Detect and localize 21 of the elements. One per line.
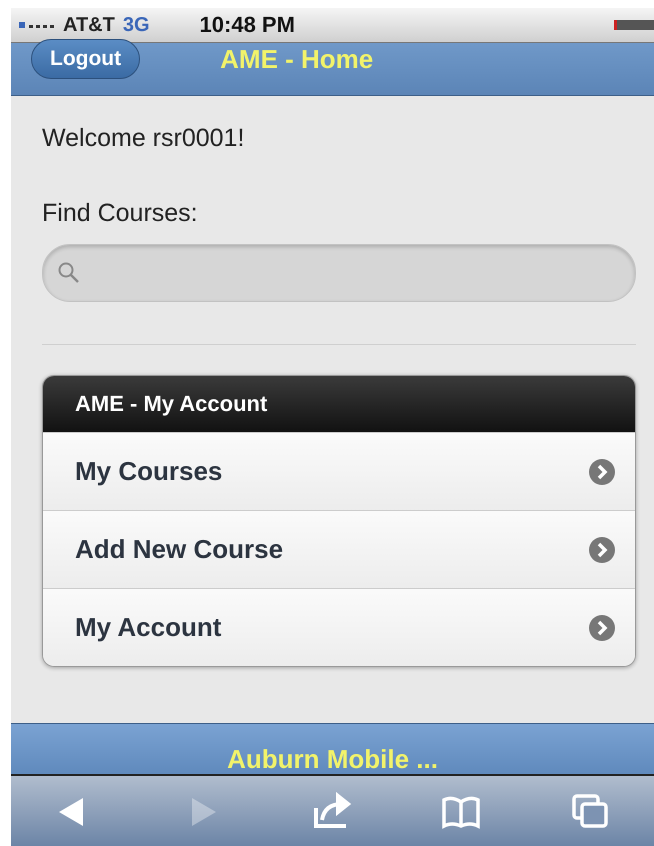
pages-button[interactable] bbox=[570, 792, 610, 830]
signal-icon bbox=[19, 22, 55, 28]
network-type: 3G bbox=[122, 14, 150, 36]
search-field[interactable] bbox=[42, 244, 636, 302]
share-button[interactable] bbox=[312, 792, 352, 830]
clock: 10:48 PM bbox=[200, 12, 296, 38]
menu-item[interactable]: Add New Course bbox=[43, 510, 635, 588]
menu-item[interactable]: My Courses bbox=[43, 432, 635, 510]
search-icon bbox=[57, 261, 81, 285]
chevron-icon bbox=[589, 536, 615, 562]
menu-item[interactable]: My Account bbox=[43, 588, 635, 666]
logout-button[interactable]: Logout bbox=[31, 39, 140, 79]
carrier-name: AT&T bbox=[63, 14, 115, 36]
battery-icon bbox=[614, 20, 654, 30]
chevron-icon bbox=[589, 458, 615, 484]
search-label: Find Courses: bbox=[42, 199, 199, 228]
menu-title: AME - My Account bbox=[43, 376, 635, 432]
footer-title: Auburn Mobile ... bbox=[227, 744, 438, 774]
page-title: AME - Home bbox=[220, 43, 374, 75]
welcome-text: Welcome rsr0001! bbox=[42, 124, 246, 153]
chevron-icon bbox=[589, 614, 615, 640]
